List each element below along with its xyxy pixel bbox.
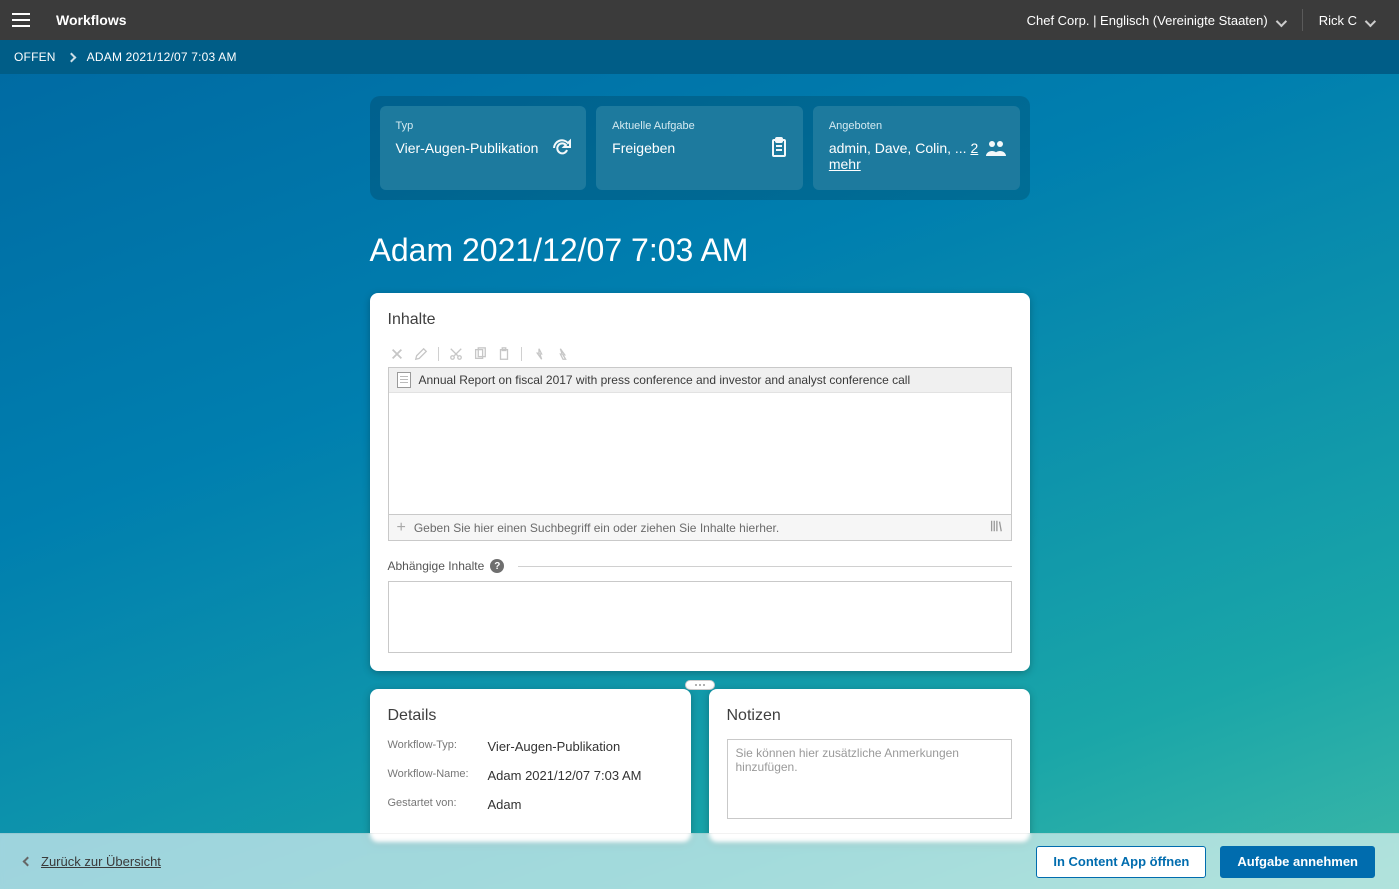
button-label: Aufgabe annehmen xyxy=(1237,854,1358,869)
topbar-divider xyxy=(1302,9,1303,31)
plus-icon: + xyxy=(397,520,406,536)
contents-list[interactable]: Annual Report on fiscal 2017 with press … xyxy=(388,367,1012,515)
app-title: Workflows xyxy=(56,12,127,28)
breadcrumb-root[interactable]: OFFEN xyxy=(14,50,56,64)
user-selector[interactable]: Rick C xyxy=(1307,13,1387,28)
accept-task-button[interactable]: Aufgabe annehmen xyxy=(1220,846,1375,878)
contents-panel: Inhalte Annual Report on fiscal 2017 wit… xyxy=(370,293,1030,671)
info-card-value: admin, Dave, Colin, ... 2 mehr xyxy=(829,140,1004,172)
library-icon[interactable] xyxy=(989,519,1003,536)
contents-search-dropzone[interactable]: + Geben Sie hier einen Suchbegriff ein o… xyxy=(388,515,1012,541)
offered-names: admin, Dave, Colin, ... xyxy=(829,140,971,156)
detail-value: Vier-Augen-Publikation xyxy=(488,739,673,754)
chevron-down-icon xyxy=(1276,15,1286,25)
info-card-offered: Angeboten admin, Dave, Colin, ... 2 mehr xyxy=(813,106,1020,190)
details-panel-title: Details xyxy=(388,707,673,725)
footer-action-bar: Zurück zur Übersicht In Content App öffn… xyxy=(0,833,1399,889)
action-icon[interactable] xyxy=(556,347,570,361)
menu-icon[interactable] xyxy=(12,8,36,32)
detail-key: Gestartet von: xyxy=(388,797,488,812)
info-card-value: Freigeben xyxy=(612,140,787,156)
edit-icon[interactable] xyxy=(414,347,428,361)
chevron-down-icon xyxy=(1365,15,1375,25)
back-to-overview-link[interactable]: Zurück zur Übersicht xyxy=(24,854,161,869)
toolbar-divider xyxy=(438,347,439,361)
info-card-label: Aktuelle Aufgabe xyxy=(612,120,787,132)
info-card-type: Typ Vier-Augen-Publikation xyxy=(380,106,587,190)
content-row-title: Annual Report on fiscal 2017 with press … xyxy=(419,373,911,387)
org-label: Chef Corp. | Englisch (Vereinigte Staate… xyxy=(1027,13,1268,28)
contents-toolbar xyxy=(388,343,1012,367)
user-label: Rick C xyxy=(1319,13,1357,28)
contents-panel-title: Inhalte xyxy=(388,311,1012,329)
info-card-label: Angeboten xyxy=(829,120,1004,132)
detail-key: Workflow-Typ: xyxy=(388,739,488,754)
back-label: Zurück zur Übersicht xyxy=(41,854,161,869)
main-content: Typ Vier-Augen-Publikation Aktuelle Aufg… xyxy=(0,74,1399,889)
detail-value: Adam xyxy=(488,797,673,812)
search-placeholder: Geben Sie hier einen Suchbegriff ein ode… xyxy=(414,521,779,535)
notes-panel-title: Notizen xyxy=(727,707,1012,725)
detail-key: Workflow-Name: xyxy=(388,768,488,783)
org-selector[interactable]: Chef Corp. | Englisch (Vereinigte Staate… xyxy=(1015,13,1298,28)
help-icon[interactable]: ? xyxy=(490,559,504,573)
refresh-icon xyxy=(550,136,574,160)
info-card-label: Typ xyxy=(396,120,571,132)
content-row[interactable]: Annual Report on fiscal 2017 with press … xyxy=(389,368,1011,393)
chevron-right-icon xyxy=(68,50,75,64)
toolbar-divider xyxy=(521,347,522,361)
paste-icon[interactable] xyxy=(497,347,511,361)
clipboard-icon xyxy=(767,136,791,160)
document-icon xyxy=(397,372,411,388)
page-title: Adam 2021/12/07 7:03 AM xyxy=(370,232,1030,269)
dependent-label-text: Abhängige Inhalte xyxy=(388,559,485,573)
breadcrumb-current: ADAM 2021/12/07 7:03 AM xyxy=(87,50,237,64)
chevron-left-icon xyxy=(23,857,33,867)
button-label: In Content App öffnen xyxy=(1053,854,1189,869)
info-cards-row: Typ Vier-Augen-Publikation Aktuelle Aufg… xyxy=(370,96,1030,200)
users-icon xyxy=(984,136,1008,160)
notes-panel: Notizen xyxy=(709,689,1030,842)
dependent-contents-area[interactable] xyxy=(388,581,1012,653)
open-in-content-app-button[interactable]: In Content App öffnen xyxy=(1036,846,1206,878)
copy-icon[interactable] xyxy=(473,347,487,361)
dependent-contents-label: Abhängige Inhalte ? xyxy=(388,559,1012,573)
info-card-value: Vier-Augen-Publikation xyxy=(396,140,571,156)
detail-value: Adam 2021/12/07 7:03 AM xyxy=(488,768,673,783)
details-panel: Details Workflow-Typ: Vier-Augen-Publika… xyxy=(370,689,691,842)
action-icon[interactable] xyxy=(532,347,546,361)
topbar: Workflows Chef Corp. | Englisch (Vereini… xyxy=(0,0,1399,40)
cut-icon[interactable] xyxy=(449,347,463,361)
breadcrumb: OFFEN ADAM 2021/12/07 7:03 AM xyxy=(0,40,1399,74)
info-card-task: Aktuelle Aufgabe Freigeben xyxy=(596,106,803,190)
notes-textarea[interactable] xyxy=(727,739,1012,819)
close-icon[interactable] xyxy=(390,347,404,361)
